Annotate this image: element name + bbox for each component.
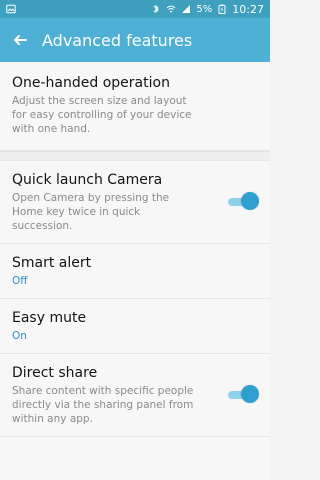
section-divider xyxy=(0,151,270,161)
direct-share-toggle[interactable] xyxy=(228,385,259,403)
setting-description: Share content with specific people direc… xyxy=(12,385,194,425)
setting-label: Quick launch Camera xyxy=(12,172,163,188)
setting-label: Direct share xyxy=(12,365,98,381)
app-bar: Advanced features xyxy=(0,18,270,62)
setting-value: Off xyxy=(12,275,28,287)
setting-description: Adjust the screen size and layout for ea… xyxy=(12,95,192,135)
page-title: Advanced features xyxy=(42,30,193,50)
setting-quick-launch-camera[interactable]: Quick launch Camera Open Camera by press… xyxy=(0,161,270,244)
wifi-icon xyxy=(167,5,176,13)
setting-one-handed-operation[interactable]: One-handed operation Adjust the screen s… xyxy=(0,62,270,151)
clock: 10:27 xyxy=(232,2,264,16)
setting-label: Easy mute xyxy=(12,310,87,326)
settings-list: One-handed operation Adjust the screen s… xyxy=(0,62,270,480)
setting-label: Smart alert xyxy=(12,255,92,271)
setting-easy-mute[interactable]: Easy mute On xyxy=(0,299,270,354)
gallery-icon xyxy=(6,4,16,14)
back-button[interactable] xyxy=(10,30,30,50)
arrow-left-icon xyxy=(14,35,27,45)
status-left xyxy=(6,4,16,14)
battery-percent: 5% xyxy=(196,3,213,15)
status-bar: 5% 10:27 xyxy=(0,0,270,18)
quick-launch-camera-toggle[interactable] xyxy=(228,192,259,210)
status-right: 5% 10:27 xyxy=(151,3,264,16)
bluetooth-icon xyxy=(154,4,160,14)
setting-description: Open Camera by pressing the Home key twi… xyxy=(12,192,170,232)
battery-charging-icon xyxy=(218,4,226,14)
toggle-thumb xyxy=(241,192,259,210)
signal-icon xyxy=(182,5,191,13)
setting-value: On xyxy=(12,330,27,342)
setting-direct-share[interactable]: Direct share Share content with specific… xyxy=(0,354,270,437)
setting-smart-alert[interactable]: Smart alert Off xyxy=(0,244,270,299)
toggle-thumb xyxy=(241,385,259,403)
setting-label: One-handed operation xyxy=(12,75,170,91)
